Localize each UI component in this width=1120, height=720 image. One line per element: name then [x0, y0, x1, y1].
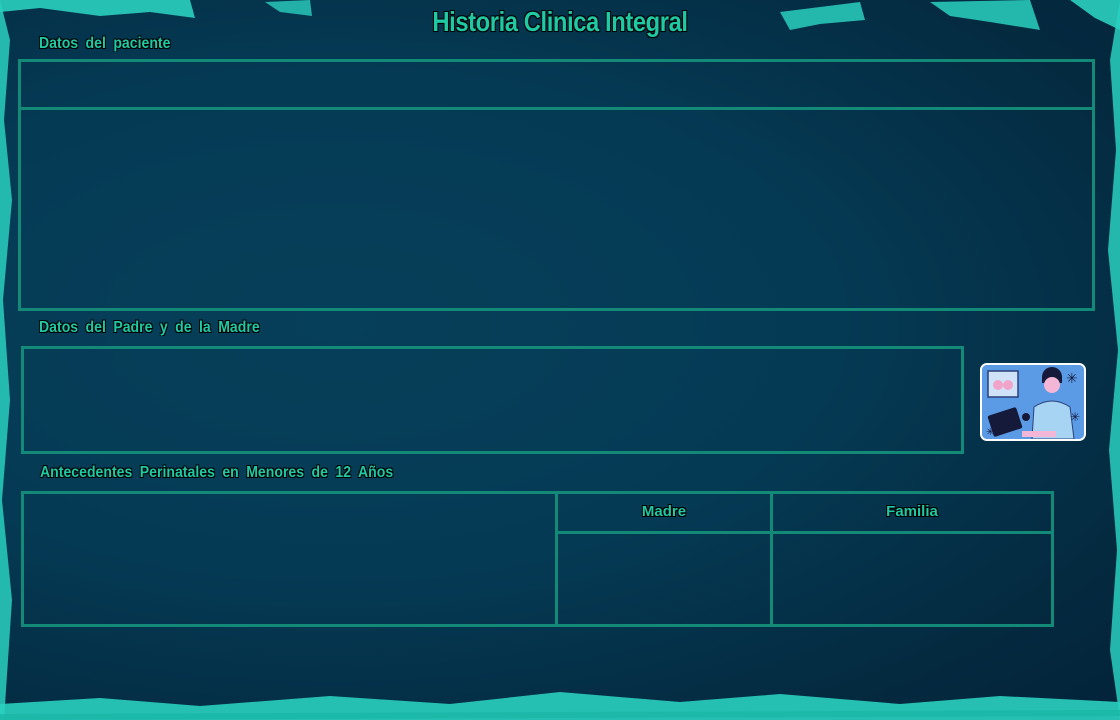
- svg-text:✳: ✳: [986, 427, 994, 438]
- parents-section-label: Datos del Padre y de la Madre: [39, 319, 260, 336]
- page-title: Historia Clinica Integral: [432, 6, 688, 37]
- patient-section-label: Datos del paciente: [39, 35, 171, 52]
- perinatal-table[interactable]: Madre Familia: [21, 491, 1054, 627]
- brush-frame-left: [0, 0, 12, 720]
- svg-text:✳: ✳: [1070, 410, 1080, 424]
- doctor-with-clipboard-icon: ✳ ✳ ✳: [980, 363, 1086, 441]
- brush-frame-bottom: [0, 692, 1120, 720]
- patient-box-divider: [21, 107, 1092, 110]
- brush-frame-right: [1108, 0, 1120, 720]
- perinatal-section-label: Antecedentes Perinatales en Menores de 1…: [40, 464, 394, 481]
- patient-data-box[interactable]: [18, 59, 1095, 311]
- perinatal-header-divider: [555, 531, 1051, 534]
- parents-data-box[interactable]: [21, 346, 964, 454]
- column-header-familia: Familia: [886, 503, 938, 520]
- svg-text:✳: ✳: [1066, 371, 1078, 387]
- column-header-madre: Madre: [641, 503, 687, 520]
